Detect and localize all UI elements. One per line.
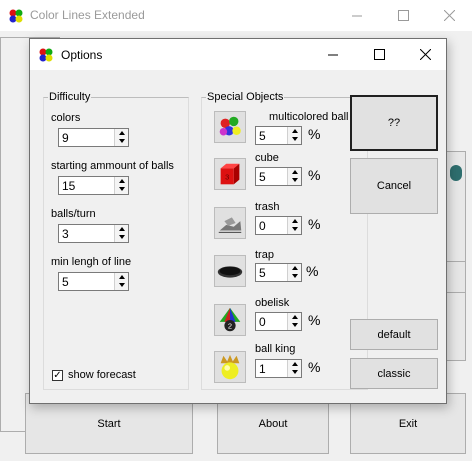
spin-up-icon[interactable] — [288, 264, 301, 272]
cube-icon: 3 — [214, 158, 246, 190]
ball-king-value[interactable]: 1 — [259, 362, 266, 376]
min-line-length-value[interactable]: 5 — [62, 275, 69, 289]
colors-spinner[interactable]: 9 — [58, 128, 129, 147]
obelisk-label: obelisk — [255, 297, 290, 309]
balls-per-turn-value[interactable]: 3 — [62, 227, 69, 241]
cube-value[interactable]: 5 — [259, 170, 266, 184]
starting-balls-value[interactable]: 15 — [62, 179, 75, 193]
colors-value[interactable]: 9 — [62, 131, 69, 145]
svg-text:2: 2 — [228, 321, 232, 330]
percent-sign: % — [308, 167, 321, 183]
spin-down-icon[interactable] — [115, 233, 128, 241]
percent-sign: % — [306, 263, 319, 279]
percent-sign: % — [308, 312, 321, 328]
options-dialog: Options Difficulty colors 9 starting amm… — [29, 38, 447, 404]
cube-label: cube — [255, 152, 279, 164]
multicolored-ball-icon — [214, 111, 246, 143]
minimize-button[interactable] — [334, 0, 380, 31]
dialog-minimize-button[interactable] — [310, 39, 356, 70]
dialog-title: Options — [61, 48, 103, 62]
spin-up-icon[interactable] — [115, 177, 128, 185]
spin-down-icon[interactable] — [288, 272, 301, 280]
spin-up-icon[interactable] — [115, 129, 128, 137]
dialog-close-button[interactable] — [402, 39, 448, 70]
close-button[interactable] — [426, 0, 472, 31]
trash-value[interactable]: 0 — [259, 219, 266, 233]
maximize-icon — [373, 49, 385, 60]
spin-up-icon[interactable] — [288, 360, 301, 368]
starting-balls-label: starting ammount of balls — [51, 160, 174, 172]
svg-text:3: 3 — [225, 173, 229, 182]
cube-spinner[interactable]: 5 — [255, 167, 302, 186]
spin-down-icon[interactable] — [115, 185, 128, 193]
colors-label: colors — [51, 112, 81, 124]
default-button[interactable]: default — [350, 319, 438, 350]
balls-per-turn-label: balls/turn — [51, 208, 96, 220]
show-forecast-checkbox[interactable]: ✓ — [52, 370, 63, 381]
trash-spinner[interactable]: 0 — [255, 216, 302, 235]
spin-down-icon[interactable] — [288, 225, 301, 233]
spin-down-icon[interactable] — [288, 368, 301, 376]
ball-king-spinner[interactable]: 1 — [255, 359, 302, 378]
spin-up-icon[interactable] — [288, 313, 301, 321]
trap-value[interactable]: 5 — [259, 266, 266, 280]
multicolored-ball-value[interactable]: 5 — [259, 129, 266, 143]
percent-sign: % — [308, 359, 321, 375]
help-button[interactable]: ?? — [350, 95, 438, 151]
trap-label: trap — [255, 249, 274, 261]
game-ball — [450, 165, 462, 181]
trap-spinner[interactable]: 5 — [255, 263, 302, 282]
trash-label: trash — [255, 201, 280, 213]
close-icon — [419, 49, 431, 60]
spin-down-icon[interactable] — [288, 176, 301, 184]
spin-down-icon[interactable] — [115, 281, 128, 289]
obelisk-icon: 2 — [214, 304, 246, 336]
spin-up-icon[interactable] — [115, 273, 128, 281]
minimize-icon — [352, 15, 362, 16]
spin-up-icon[interactable] — [288, 168, 301, 176]
main-window-title: Color Lines Extended — [30, 8, 145, 22]
maximize-button[interactable] — [380, 0, 426, 31]
dialog-maximize-button[interactable] — [356, 39, 402, 70]
difficulty-legend: Difficulty — [49, 91, 91, 103]
ball-king-label: ball king — [255, 343, 296, 355]
spin-down-icon[interactable] — [115, 137, 128, 145]
dialog-titlebar: Options — [30, 39, 446, 70]
main-titlebar: Color Lines Extended — [0, 0, 472, 31]
show-forecast-label[interactable]: show forecast — [68, 369, 136, 381]
spin-down-icon[interactable] — [288, 135, 301, 143]
app-icon — [9, 9, 23, 23]
obelisk-spinner[interactable]: 0 — [255, 312, 302, 331]
minimize-icon — [328, 54, 338, 55]
spin-down-icon[interactable] — [288, 321, 301, 329]
spin-up-icon[interactable] — [288, 127, 301, 135]
percent-sign: % — [308, 216, 321, 232]
trash-icon — [214, 207, 246, 239]
obelisk-value[interactable]: 0 — [259, 315, 266, 329]
special-objects-legend: Special Objects — [207, 91, 284, 103]
min-line-length-label: min lengh of line — [51, 256, 132, 268]
dialog-app-icon — [39, 48, 53, 62]
cancel-button[interactable]: Cancel — [350, 158, 438, 214]
percent-sign: % — [308, 126, 321, 142]
multicolored-ball-label: multicolored ball — [269, 111, 349, 123]
starting-balls-spinner[interactable]: 15 — [58, 176, 129, 195]
multicolored-ball-spinner[interactable]: 5 — [255, 126, 302, 145]
min-line-length-spinner[interactable]: 5 — [58, 272, 129, 291]
spin-up-icon[interactable] — [115, 225, 128, 233]
trap-icon — [214, 255, 246, 287]
close-icon — [443, 10, 455, 21]
balls-per-turn-spinner[interactable]: 3 — [58, 224, 129, 243]
spin-up-icon[interactable] — [288, 217, 301, 225]
maximize-icon — [397, 10, 409, 21]
ball-king-icon — [214, 351, 246, 383]
classic-button[interactable]: classic — [350, 358, 438, 389]
